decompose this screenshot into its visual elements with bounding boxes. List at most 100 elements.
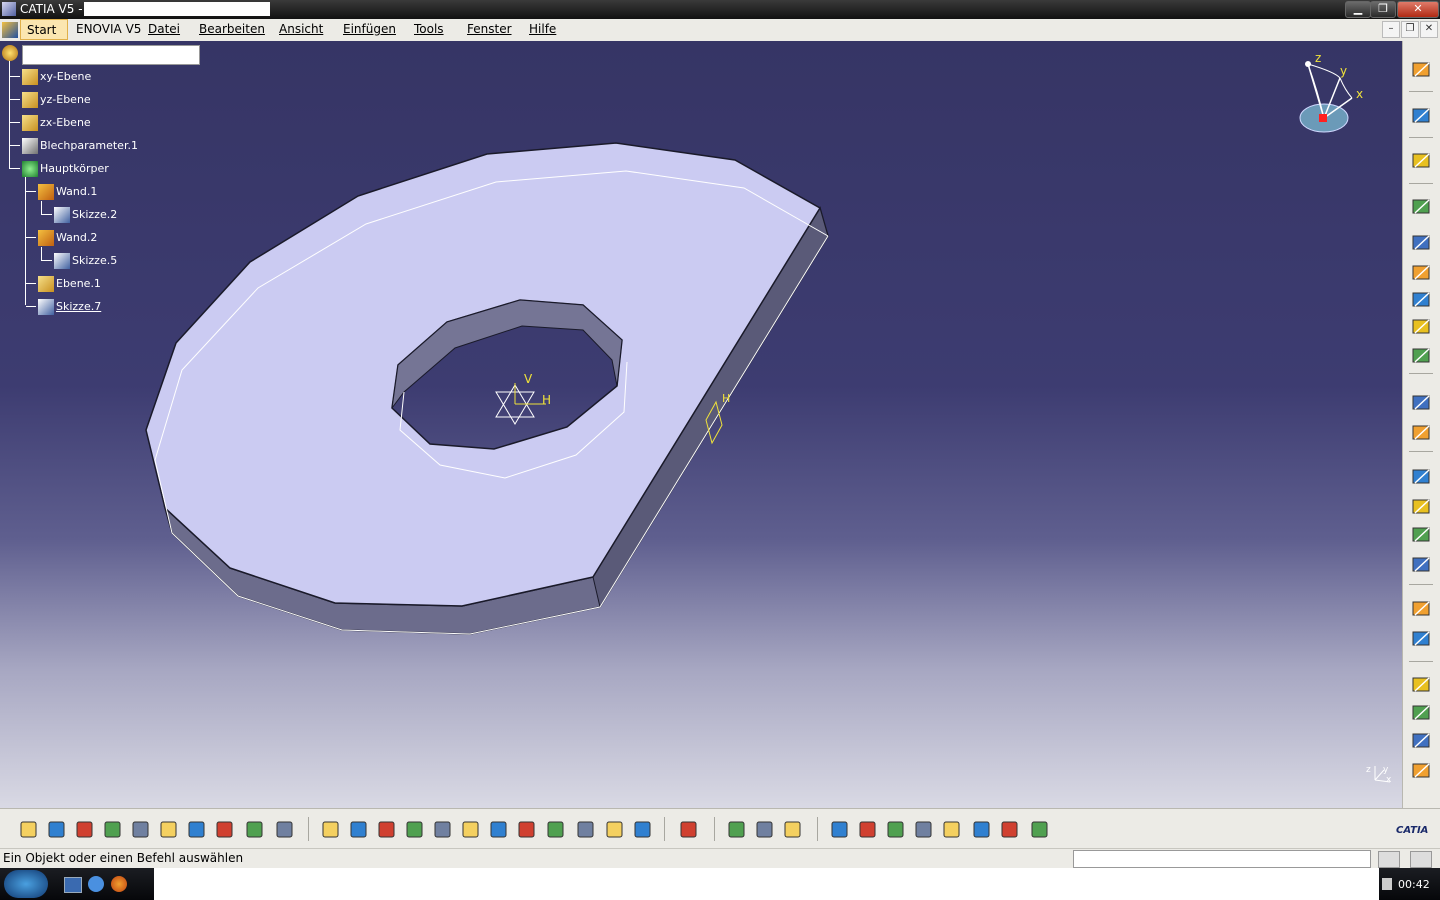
undo-icon[interactable] xyxy=(214,819,236,841)
sheetmetal-params-icon[interactable] xyxy=(1410,195,1434,219)
wall-icon[interactable] xyxy=(38,184,54,200)
sketch-icon[interactable] xyxy=(54,253,70,269)
extrude-icon[interactable] xyxy=(1410,261,1434,285)
close-button[interactable]: ✕ xyxy=(1397,1,1439,18)
unfold-icon[interactable] xyxy=(1410,421,1434,445)
plane-icon[interactable] xyxy=(22,92,38,108)
flange-icon[interactable] xyxy=(1410,315,1434,339)
new-file-icon[interactable] xyxy=(18,819,40,841)
hand-tool-icon[interactable] xyxy=(857,819,879,841)
volume-icon[interactable] xyxy=(1382,878,1392,890)
plane-icon[interactable] xyxy=(38,276,54,292)
wall-icon[interactable] xyxy=(38,230,54,246)
copy-icon[interactable] xyxy=(158,819,180,841)
tree-item-label[interactable]: Skizze.7 xyxy=(56,300,101,313)
compass-widget[interactable]: z y x xyxy=(1299,51,1363,133)
mirror-icon[interactable] xyxy=(1410,627,1434,651)
open-file-icon[interactable] xyxy=(46,819,68,841)
doc-restore-button[interactable]: ❐ xyxy=(1401,21,1419,38)
restore-button[interactable]: ❐ xyxy=(1370,1,1396,18)
command-input[interactable] xyxy=(1073,850,1371,868)
tree-item-label[interactable]: yz-Ebene xyxy=(40,93,91,106)
tree-item-label[interactable]: Skizze.2 xyxy=(72,208,117,221)
minimize-button[interactable]: ▁ xyxy=(1345,1,1371,18)
stamp-icon[interactable] xyxy=(1410,465,1434,489)
curve-stamp-icon[interactable] xyxy=(1410,553,1434,577)
doc-minimize-button[interactable]: – xyxy=(1382,21,1400,38)
start-orb-icon[interactable] xyxy=(4,870,48,898)
extrude-stamp-icon[interactable] xyxy=(1410,523,1434,547)
menu-start[interactable]: Start xyxy=(20,19,68,40)
swept-wall-icon[interactable] xyxy=(1410,288,1434,312)
zoom-in-icon[interactable] xyxy=(432,819,454,841)
whats-this-icon[interactable] xyxy=(274,819,296,841)
sketch-icon[interactable] xyxy=(38,299,54,315)
measure-inertia-icon[interactable] xyxy=(782,819,804,841)
sketcher-icon[interactable] xyxy=(1410,149,1434,173)
apply-material-icon[interactable] xyxy=(941,819,963,841)
tree-item-label[interactable]: Wand.2 xyxy=(56,231,97,244)
3d-viewport[interactable]: V H H z y x z y x xy-Ebene yz-Ebene zx-E… xyxy=(0,41,1402,808)
status-button-2[interactable] xyxy=(1410,851,1432,868)
part-root-label[interactable] xyxy=(22,45,200,65)
cut-out-icon[interactable] xyxy=(1410,673,1434,697)
doc-close-button[interactable]: ✕ xyxy=(1420,21,1438,38)
menu-enovia[interactable]: ENOVIA V5 xyxy=(76,22,141,36)
menu-ansicht[interactable]: Ansicht xyxy=(279,22,323,36)
bend-icon[interactable] xyxy=(1410,344,1434,368)
tree-item-label[interactable]: Wand.1 xyxy=(56,185,97,198)
menu-bearbeiten[interactable]: Bearbeiten xyxy=(199,22,265,36)
sheet-icon[interactable] xyxy=(1029,819,1051,841)
cut-icon[interactable] xyxy=(130,819,152,841)
update-icon[interactable] xyxy=(678,819,700,841)
tree-item-label[interactable]: Ebene.1 xyxy=(56,277,101,290)
tree-item-label[interactable]: Blechparameter.1 xyxy=(40,139,138,152)
sketch-icon[interactable] xyxy=(54,207,70,223)
hide-show-icon[interactable] xyxy=(604,819,626,841)
status-button-1[interactable] xyxy=(1378,851,1400,868)
iso-view-icon[interactable] xyxy=(545,819,567,841)
point-stamp-icon[interactable] xyxy=(1410,495,1434,519)
sheetmetal-parameters-icon[interactable] xyxy=(1410,58,1434,82)
pattern-icon[interactable] xyxy=(1410,597,1434,621)
menu-tools[interactable]: Tools xyxy=(414,22,444,36)
firefox-icon[interactable] xyxy=(111,876,127,892)
wall-icon[interactable] xyxy=(1410,231,1434,255)
part-root-icon[interactable] xyxy=(2,45,18,61)
corner-relief-icon[interactable] xyxy=(1410,729,1434,753)
tree-item-label[interactable]: zx-Ebene xyxy=(40,116,91,129)
measure-item-icon[interactable] xyxy=(754,819,776,841)
fly-mode-icon[interactable] xyxy=(320,819,342,841)
menu-einfuegen[interactable]: Einfügen xyxy=(343,22,396,36)
measure-between-icon[interactable] xyxy=(726,819,748,841)
save-icon[interactable] xyxy=(74,819,96,841)
normal-view-icon[interactable] xyxy=(488,819,510,841)
sheetmetal-parameters-icon[interactable] xyxy=(22,138,38,154)
tree-expand-icon[interactable] xyxy=(999,819,1021,841)
menu-hilfe[interactable]: Hilfe xyxy=(529,22,556,36)
catalog-icon[interactable] xyxy=(829,819,851,841)
axis-system-icon[interactable] xyxy=(885,819,907,841)
internet-explorer-icon[interactable] xyxy=(88,876,104,892)
document-icon[interactable] xyxy=(2,22,18,38)
paste-icon[interactable] xyxy=(186,819,208,841)
rotate-icon[interactable] xyxy=(404,819,426,841)
menu-fenster[interactable]: Fenster xyxy=(467,22,512,36)
select-arrow-icon[interactable] xyxy=(1410,104,1434,128)
hole-icon[interactable] xyxy=(1410,701,1434,725)
dimension-icon[interactable] xyxy=(913,819,935,841)
fit-all-icon[interactable] xyxy=(348,819,370,841)
plane-icon[interactable] xyxy=(22,115,38,131)
plane-icon[interactable] xyxy=(22,69,38,85)
body-icon[interactable] xyxy=(22,161,38,177)
menu-datei[interactable]: Datei xyxy=(148,22,180,36)
zoom-out-icon[interactable] xyxy=(460,819,482,841)
bend-from-flat-icon[interactable] xyxy=(1410,391,1434,415)
tree-item-label[interactable]: xy-Ebene xyxy=(40,70,91,83)
analysis-icon[interactable] xyxy=(971,819,993,841)
show-desktop-icon[interactable] xyxy=(64,877,82,893)
render-style-icon[interactable] xyxy=(575,819,597,841)
redo-icon[interactable] xyxy=(244,819,266,841)
pan-icon[interactable] xyxy=(376,819,398,841)
swap-visible-icon[interactable] xyxy=(632,819,654,841)
